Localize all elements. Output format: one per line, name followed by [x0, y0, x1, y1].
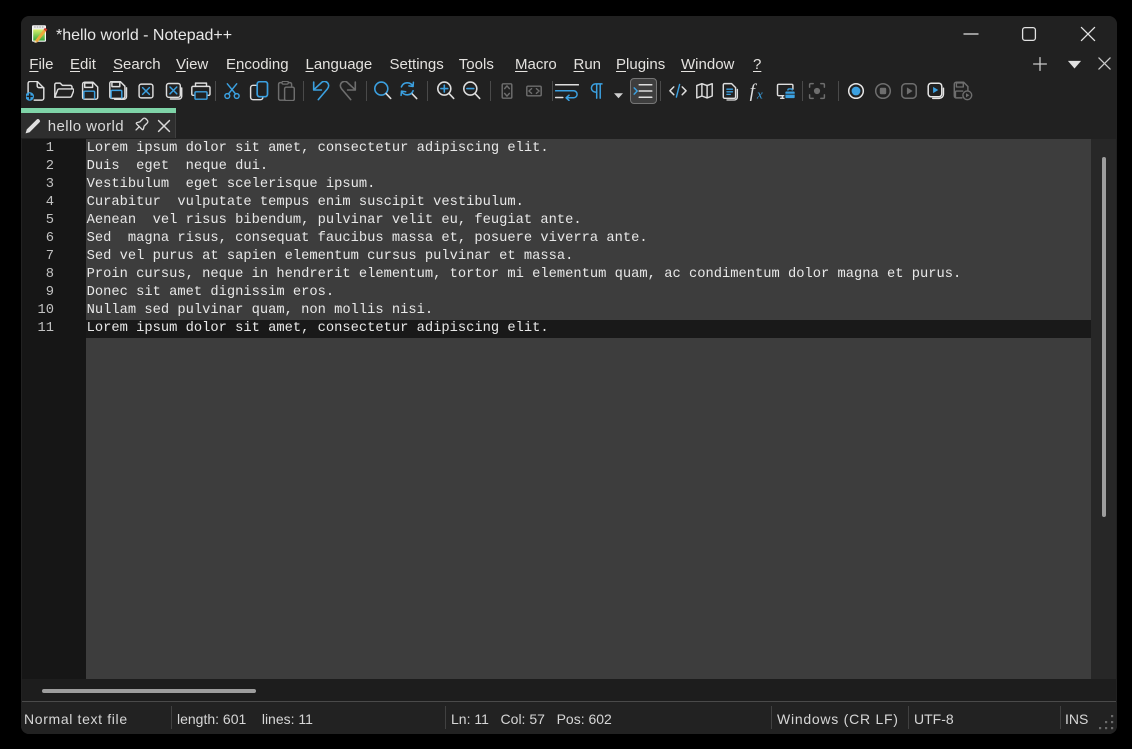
- svg-text:x: x: [756, 87, 763, 101]
